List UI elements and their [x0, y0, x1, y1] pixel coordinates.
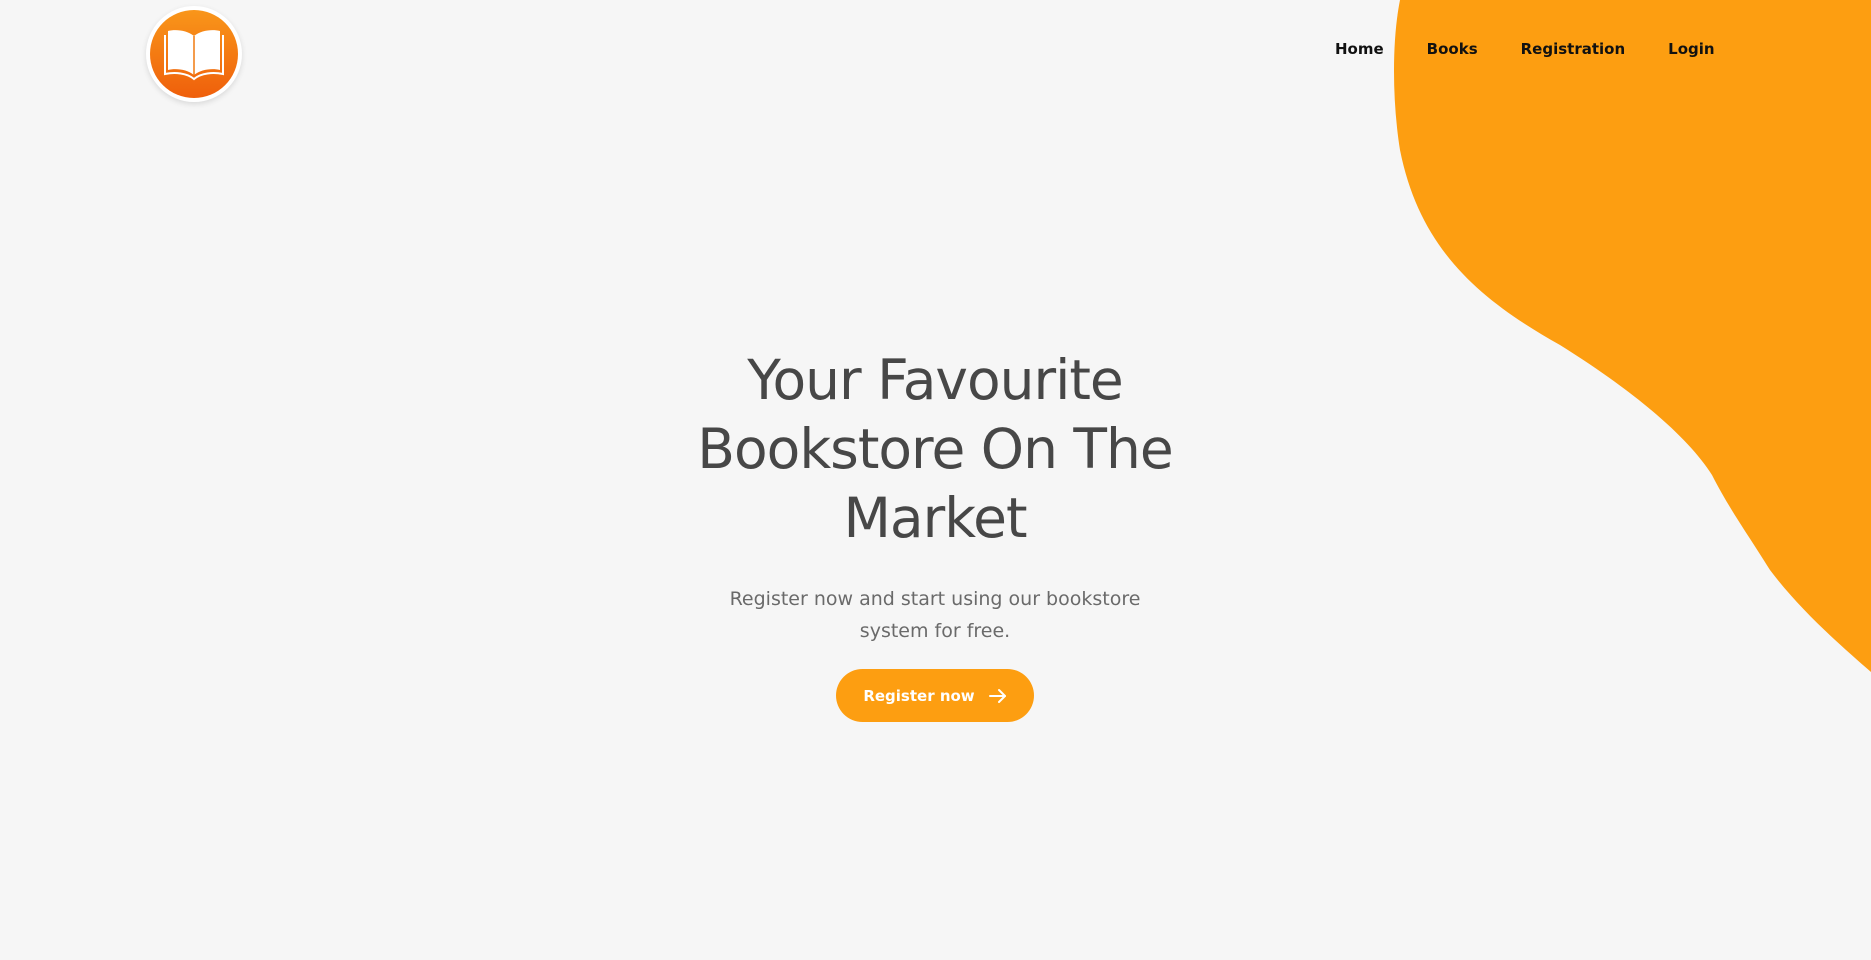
nav-item-registration[interactable]: Registration: [1521, 40, 1626, 58]
hero-title-line-3: Market: [843, 486, 1027, 550]
register-now-label: Register now: [863, 686, 975, 705]
hero-title: Your Favourite Bookstore On The Market: [635, 346, 1235, 553]
open-book-icon: [164, 30, 224, 81]
hero-title-line-2: Bookstore On The: [697, 417, 1173, 481]
nav-item-home[interactable]: Home: [1335, 40, 1384, 58]
nav-item-login[interactable]: Login: [1668, 40, 1714, 58]
nav-item-books[interactable]: Books: [1427, 40, 1478, 58]
landing-page: Home Books Registration Login Your Favou…: [0, 0, 1871, 960]
main-nav: Home Books Registration Login: [1335, 40, 1758, 58]
hero-title-line-1: Your Favourite: [747, 348, 1124, 412]
register-now-button[interactable]: Register now: [836, 669, 1034, 722]
hero-section: Your Favourite Bookstore On The Market R…: [635, 346, 1235, 722]
logo[interactable]: [146, 6, 242, 102]
logo-badge: [150, 10, 238, 98]
hero-subtitle: Register now and start using our booksto…: [729, 588, 1141, 642]
arrow-right-icon: [988, 688, 1006, 703]
